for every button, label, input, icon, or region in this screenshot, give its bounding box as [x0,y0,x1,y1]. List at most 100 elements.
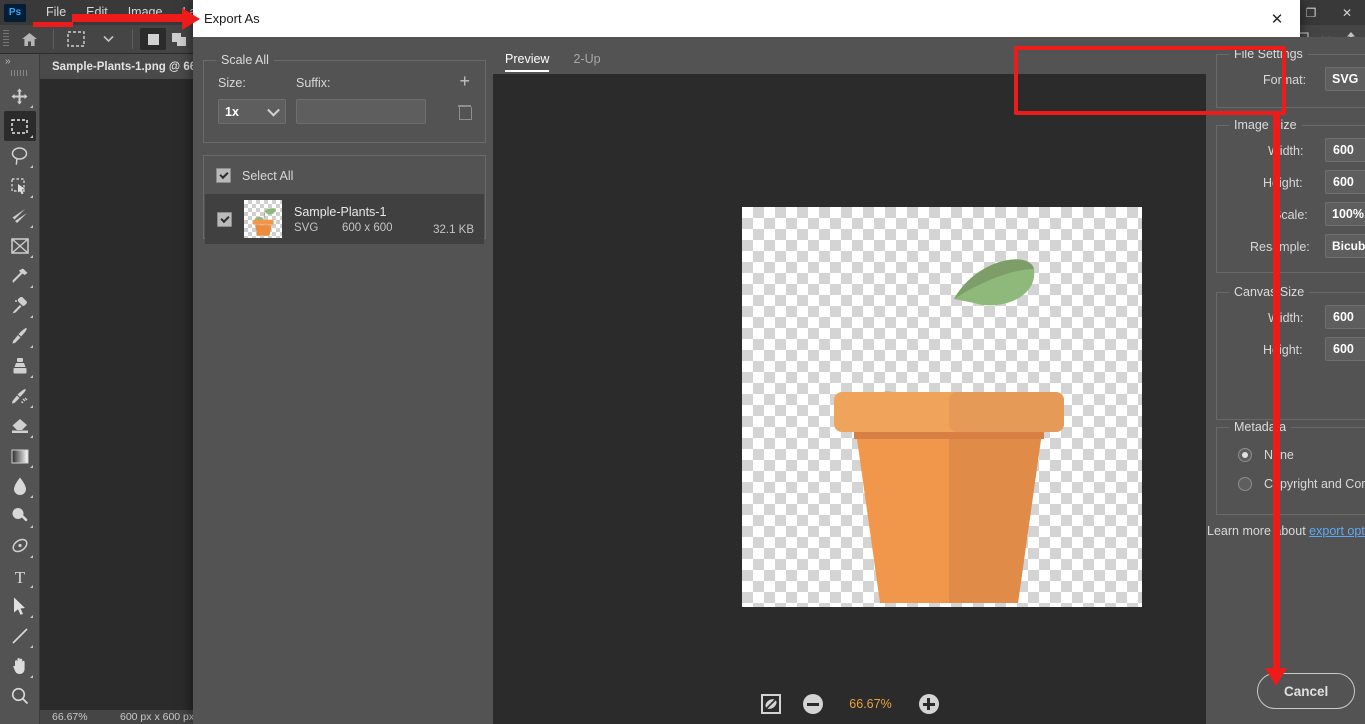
export-options-link[interactable]: export options. [1309,524,1365,538]
home-icon[interactable] [14,28,44,50]
fit-to-screen-icon[interactable] [761,694,781,714]
file-list-item[interactable]: Sample-Plants-1 SVG 600 x 600 32.1 KB [205,194,484,244]
scale-label: Scale: [1273,208,1308,222]
file-item-format: SVG [294,222,342,234]
learn-more-text: Learn more about [1207,524,1306,538]
suffix-input[interactable] [296,99,426,124]
add-size-button[interactable]: + [459,72,470,90]
scale-size-select[interactable]: 1x [218,99,286,124]
close-window-icon[interactable]: ✕ [1329,0,1365,25]
tool-flyout-indicator [30,105,33,108]
tool-flyout-indicator [30,135,33,138]
gradient-tool[interactable] [4,441,36,471]
suffix-label: Suffix: [296,76,331,90]
format-label: Format: [1263,73,1306,87]
tool-flyout-indicator [30,555,33,558]
metadata-option-copyright[interactable]: Copyright and Contact Info [1238,477,1365,491]
zoom-tool[interactable] [4,681,36,711]
image-width-input[interactable]: 600 [1325,138,1365,162]
status-zoom[interactable]: 66.67% [40,711,110,723]
plant-illustration [742,207,1142,607]
options-bar-grip[interactable] [3,30,9,48]
select-all-checkbox[interactable] [216,168,231,183]
format-value: SVG [1332,72,1358,86]
file-item-dimensions: 600 x 600 [342,222,393,234]
format-select[interactable]: SVG [1325,67,1365,91]
scale-value: 100% [1332,207,1364,221]
object-selection-tool[interactable] [4,171,36,201]
eyedropper-tool[interactable] [4,261,36,291]
move-tool[interactable] [4,81,36,111]
zoom-in-button[interactable] [919,694,939,714]
size-label: Size: [218,76,246,90]
preview-stage [493,74,1206,684]
edit-toolbar-icon[interactable] [4,711,36,724]
tool-flyout-indicator [30,345,33,348]
add-to-selection-icon[interactable] [166,28,192,50]
document-tab[interactable]: Sample-Plants-1.png @ 66. [40,54,212,79]
resample-label: Resample: [1250,240,1310,254]
image-size-legend: Image Size [1229,118,1302,132]
chevron-down-icon[interactable] [93,28,123,50]
frame-tool[interactable] [4,231,36,261]
tool-flyout-indicator [30,585,33,588]
type-tool[interactable]: T [4,561,36,591]
marquee-tool[interactable] [4,111,36,141]
crop-tool[interactable] [4,201,36,231]
metadata-copyright-radio[interactable] [1238,477,1252,491]
collapse-tools-icon[interactable]: » [0,54,39,67]
marquee-options-icon[interactable] [61,28,91,50]
dialog-title-bar: Export As ✕ [193,0,1300,37]
file-settings-legend: File Settings [1229,47,1308,61]
file-item-size: 32.1 KB [433,224,474,236]
tab-preview[interactable]: Preview [493,52,561,74]
tool-flyout-indicator [30,375,33,378]
tool-flyout-indicator [30,285,33,288]
tools-panel: » [0,54,40,724]
menu-file[interactable]: File [36,0,76,25]
image-height-input[interactable]: 600 [1325,170,1365,194]
zoom-out-button[interactable] [803,694,823,714]
eraser-tool[interactable] [4,411,36,441]
canvas-width-input[interactable]: 600 [1325,305,1365,329]
spot-healing-brush-tool[interactable] [4,291,36,321]
metadata-none-radio[interactable] [1238,448,1252,462]
file-settings-group: File Settings Format: SVG [1216,54,1365,108]
preview-tabs: Preview 2-Up [493,37,1206,74]
file-thumbnail [244,200,282,238]
tool-flyout-indicator [30,315,33,318]
hand-tool[interactable] [4,651,36,681]
image-width-label: Width: [1268,144,1303,158]
export-settings-column: File Settings Format: SVG Image Size Wid… [1206,37,1365,724]
tab-2-up[interactable]: 2-Up [561,52,612,74]
photoshop-logo-icon: Ps [4,4,26,22]
menu-edit[interactable]: Edit [76,0,118,25]
menu-image[interactable]: Image [118,0,173,25]
delete-size-icon[interactable] [458,104,471,119]
dodge-tool[interactable] [4,501,36,531]
lasso-tool[interactable] [4,141,36,171]
path-selection-tool[interactable] [4,591,36,621]
canvas-height-input[interactable]: 600 [1325,337,1365,361]
new-selection-icon[interactable] [140,28,166,50]
cancel-button[interactable]: Cancel [1257,673,1355,709]
brush-tool[interactable] [4,321,36,351]
clone-stamp-tool[interactable] [4,351,36,381]
history-brush-tool[interactable] [4,381,36,411]
pen-tool[interactable] [4,531,36,561]
file-item-checkbox[interactable] [217,212,232,227]
scale-select[interactable]: 100% [1325,202,1365,226]
dialog-actions: Cancel Export [1257,673,1365,709]
preview-zoom-value[interactable]: 66.67% [845,697,897,711]
metadata-option-none[interactable]: None [1238,448,1294,462]
resample-select[interactable]: Bicubic Auto... [1325,234,1365,258]
tools-grip[interactable] [11,70,29,76]
line-tool[interactable] [4,621,36,651]
canvas-width-label: Width: [1268,311,1303,325]
select-all-row[interactable]: Select All [216,168,293,183]
scale-all-group: Scale All Size: Suffix: + 1x [203,60,486,143]
file-item-details: Sample-Plants-1 SVG 600 x 600 [294,205,433,234]
blur-tool[interactable] [4,471,36,501]
close-icon[interactable]: ✕ [1254,0,1300,37]
resample-value: Bicubic Auto... [1332,239,1365,253]
